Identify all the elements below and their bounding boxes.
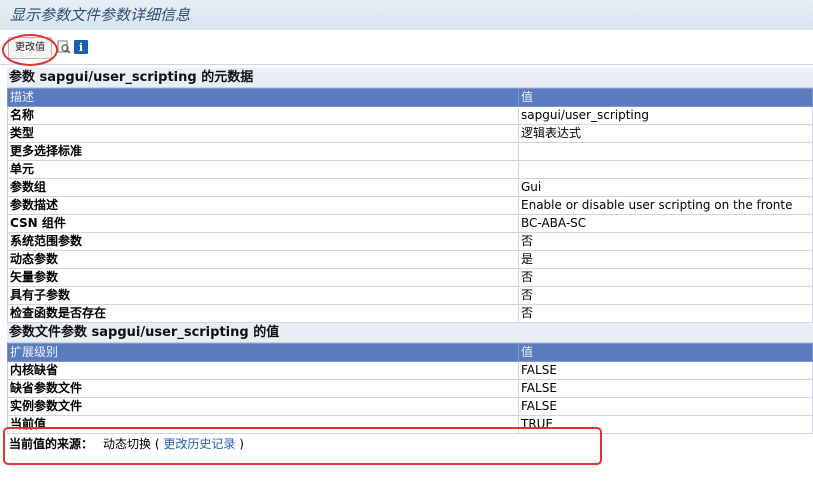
row-label: 参数组 [7,178,519,197]
table-row: 具有子参数否 [7,286,813,305]
metadata-table: 描述 值 名称 sapgui/user_scripting 类型 逻辑表达式 更多选择标… [7,88,813,323]
table-row: 矢量参数否 [7,268,813,287]
row-label: 单元 [7,160,519,179]
value-section-title: 参数文件参数 sapgui/user_scripting 的值 [7,323,813,343]
table-row: 动态参数是 [7,250,813,269]
table-row: 更多选择标准 [7,142,813,161]
detail-panel: 参数 sapgui/user_scripting 的元数据 描述 值 名称 sap… [7,68,813,454]
find-icon[interactable] [57,40,71,54]
table-row: 内核缺省 FALSE [7,361,813,380]
row-value: 是 [518,250,813,269]
row-label: 矢量参数 [7,268,519,287]
table-header: 描述 值 [7,88,813,107]
column-header-value: 值 [518,343,813,362]
annotation-circle [2,34,58,66]
table-row: 缺省参数文件 FALSE [7,379,813,398]
row-value: sapgui/user_scripting [518,106,813,125]
row-value: 否 [518,268,813,287]
row-value [518,160,813,179]
row-label: 类型 [7,124,519,143]
row-label: 名称 [7,106,519,125]
row-value [518,142,813,161]
row-label: 参数描述 [7,196,519,215]
table-row: 单元 [7,160,813,179]
row-value: Enable or disable user scripting on the … [518,196,813,215]
metadata-section-title: 参数 sapgui/user_scripting 的元数据 [7,68,813,88]
row-value: Gui [518,178,813,197]
row-label: 更多选择标准 [7,142,519,161]
row-value: 否 [518,232,813,251]
info-icon[interactable]: i [74,40,88,54]
row-label: 动态参数 [7,250,519,269]
row-label: 检查函数是否存在 [7,304,519,323]
row-label: 实例参数文件 [7,397,519,416]
column-header-description: 描述 [7,88,519,107]
table-row: 参数描述 Enable or disable user scripting on … [7,196,813,215]
value-table: 扩展级别 值 内核缺省 FALSE 缺省参数文件 FALSE 实例参数文件 FALSE 当前… [7,343,813,434]
table-row: 参数组 Gui [7,178,813,197]
row-value: 否 [518,286,813,305]
column-header-extension-level: 扩展级别 [7,343,519,362]
table-row: CSN 组件 BC-ABA-SC [7,214,813,233]
title-bar: 显示参数文件参数详细信息 [0,0,813,30]
row-value: FALSE [518,379,813,398]
table-row: 系统范围参数否 [7,232,813,251]
row-value: 否 [518,304,813,323]
row-label: CSN 组件 [7,214,519,233]
annotation-rectangle [3,427,602,465]
table-row: 名称 sapgui/user_scripting [7,106,813,125]
table-row: 检查函数是否存在否 [7,304,813,323]
table-header: 扩展级别 值 [7,343,813,362]
row-label: 内核缺省 [7,361,519,380]
column-header-value: 值 [518,88,813,107]
table-row: 实例参数文件 FALSE [7,397,813,416]
window-title: 显示参数文件参数详细信息 [10,6,191,24]
row-label: 系统范围参数 [7,232,519,251]
toolbar: 更改值 i [0,30,813,65]
row-value: BC-ABA-SC [518,214,813,233]
row-label: 缺省参数文件 [7,379,519,398]
row-value: FALSE [518,361,813,380]
row-value: FALSE [518,397,813,416]
row-value: 逻辑表达式 [518,124,813,143]
row-label: 具有子参数 [7,286,519,305]
table-row: 类型 逻辑表达式 [7,124,813,143]
